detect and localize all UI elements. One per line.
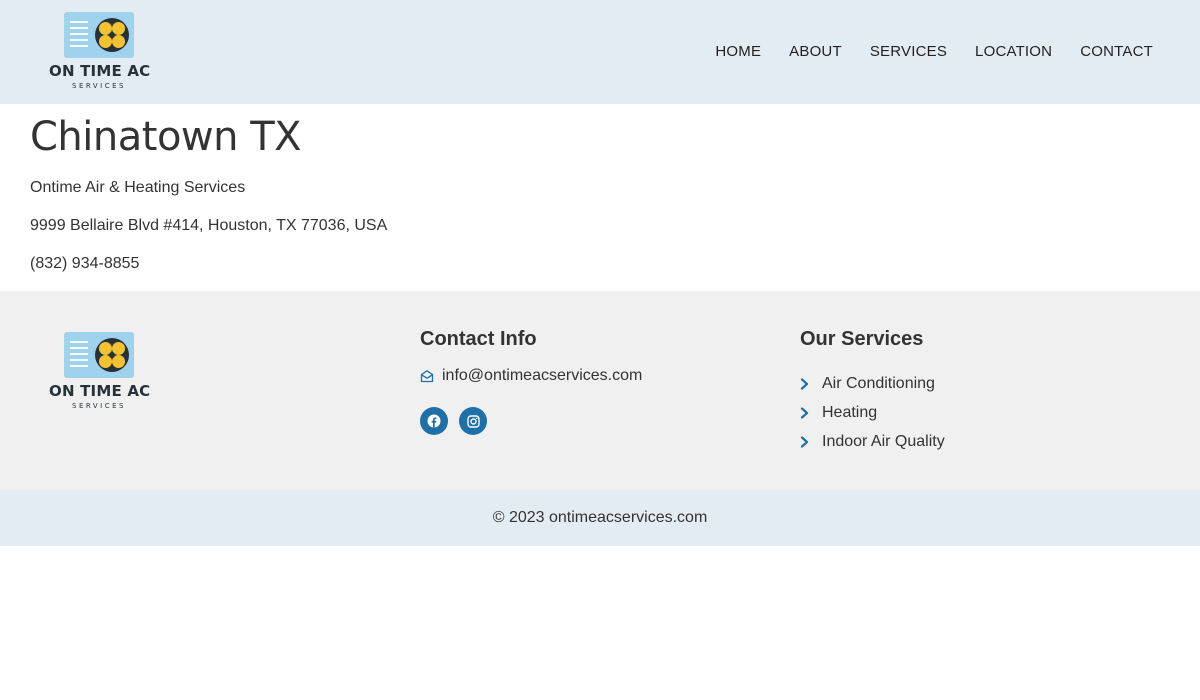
service-item-air-conditioning[interactable]: Air Conditioning [800, 369, 945, 398]
service-item-label: Heating [822, 403, 878, 421]
page-title: Chinatown TX [30, 114, 302, 160]
fan-icon [95, 338, 129, 372]
logo-brand-text: ON TIME AC [49, 382, 151, 400]
social-links [420, 407, 498, 435]
our-services-section: Our Services Air Conditioning Heating In… [800, 327, 945, 450]
ac-unit-icon [64, 12, 134, 58]
site-footer: ON TIME AC SERVICES Contact Info info@on… [0, 291, 1200, 490]
email-text: info@ontimeacservices.com [442, 367, 643, 384]
main-content: Chinatown TX Ontime Air & Heating Servic… [30, 112, 1170, 272]
header-logo[interactable]: ON TIME AC SERVICES [49, 10, 151, 94]
contact-info-heading: Contact Info [420, 328, 537, 350]
service-item-label: Indoor Air Quality [822, 432, 945, 450]
logo-sub-text: SERVICES [72, 402, 126, 410]
address-text: 9999 Bellaire Blvd #414, Houston, TX 770… [30, 217, 388, 234]
chevron-right-icon [800, 435, 810, 448]
nav-home[interactable]: HOME [715, 42, 761, 62]
service-item-indoor-air-quality[interactable]: Indoor Air Quality [800, 427, 945, 456]
contact-info-section: Contact Info info@ontimeacservices.com [420, 327, 642, 435]
service-item-label: Air Conditioning [822, 374, 935, 392]
nav-services[interactable]: SERVICES [870, 42, 947, 62]
phone-text: (832) 934-8855 [30, 255, 140, 272]
site-header: ON TIME AC SERVICES HOME ABOUT SERVICES … [0, 0, 1200, 104]
fan-icon [95, 18, 129, 52]
main-nav: HOME ABOUT SERVICES LOCATION CONTACT [687, 42, 1153, 62]
nav-location[interactable]: LOCATION [975, 42, 1052, 62]
service-list: Air Conditioning Heating Indoor Air Qual… [800, 369, 945, 456]
service-item-heating[interactable]: Heating [800, 398, 945, 427]
ac-unit-icon [64, 332, 134, 378]
chevron-right-icon [800, 406, 810, 419]
chevron-right-icon [800, 377, 810, 390]
envelope-icon [420, 369, 434, 383]
nav-about[interactable]: ABOUT [789, 42, 842, 62]
footer-logo[interactable]: ON TIME AC SERVICES [49, 330, 151, 414]
instagram-icon[interactable] [459, 407, 487, 435]
email-link[interactable]: info@ontimeacservices.com [420, 367, 642, 385]
facebook-icon[interactable] [420, 407, 448, 435]
nav-contact[interactable]: CONTACT [1080, 42, 1153, 62]
copyright-bar: © 2023 ontimeacservices.com [0, 490, 1200, 546]
copyright-text: © 2023 ontimeacservices.com [492, 509, 708, 526]
company-name: Ontime Air & Heating Services [30, 179, 246, 196]
logo-sub-text: SERVICES [72, 82, 126, 90]
our-services-heading: Our Services [800, 328, 924, 350]
logo-brand-text: ON TIME AC [49, 62, 151, 80]
